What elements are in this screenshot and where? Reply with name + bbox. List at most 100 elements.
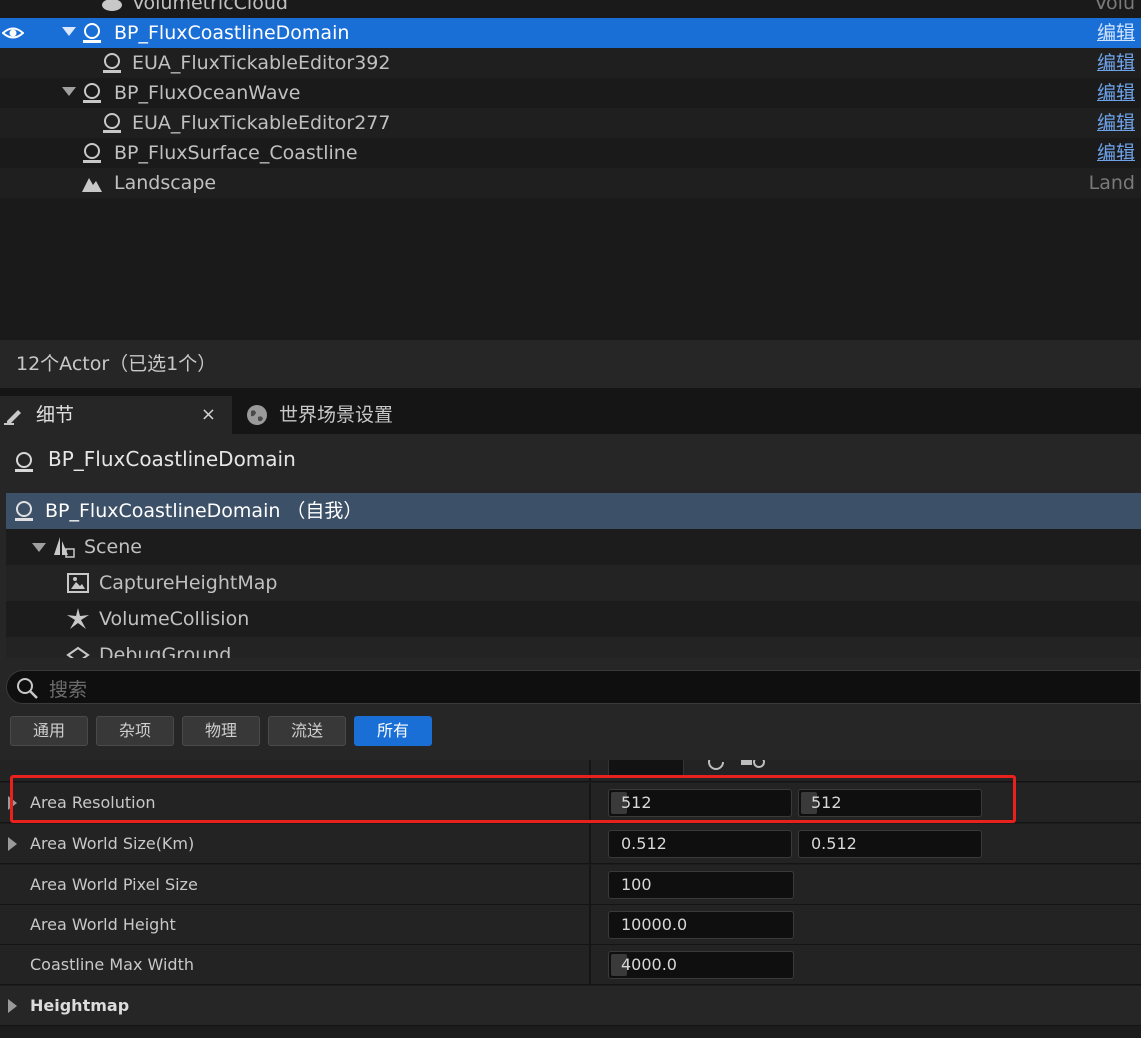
component-row-label: Scene: [84, 536, 142, 558]
outliner-row-type-link[interactable]: 编辑: [1097, 108, 1135, 138]
pencil-icon: [4, 410, 21, 425]
actor-icon: [15, 501, 33, 521]
tab-details-label: 细节: [36, 404, 75, 426]
component-row-scene[interactable]: Scene: [6, 529, 1141, 565]
area-world-size-x-input[interactable]: 0.512: [608, 830, 792, 858]
field-value: 0.512: [621, 834, 667, 853]
field-value: 0.512: [811, 834, 857, 853]
thumbnail-preview: [608, 760, 684, 776]
category-label: Heightmap: [30, 996, 130, 1015]
outliner-row-label: BP_FluxCoastlineDomain: [114, 22, 350, 44]
actor-icon: [15, 452, 33, 472]
component-tree: BP_FluxCoastlineDomain （自我） Scene Captur…: [0, 490, 1141, 658]
column-divider: [589, 865, 591, 905]
component-row-capture-height-map[interactable]: CaptureHeightMap: [6, 565, 1141, 601]
outliner-row-type-link[interactable]: 编辑: [1097, 78, 1135, 108]
tab-world-settings[interactable]: 世界场景设置: [240, 396, 440, 434]
property-row-area-world-pixel-size: Area World Pixel Size 100: [0, 865, 1141, 905]
expand-chevron-icon[interactable]: [32, 543, 46, 552]
column-divider: [589, 824, 591, 864]
expand-chevron-icon[interactable]: [62, 27, 76, 36]
outliner-row-type-link[interactable]: 编辑: [1097, 138, 1135, 168]
close-tab-icon[interactable]: ×: [201, 396, 216, 434]
blueprint-actor-icon: [83, 143, 101, 163]
component-row-label: VolumeCollision: [99, 608, 250, 630]
expand-arrow-icon[interactable]: [8, 837, 17, 851]
filter-general-button[interactable]: 通用: [10, 716, 88, 746]
filter-misc-button[interactable]: 杂项: [96, 716, 174, 746]
component-row-volume-collision[interactable]: VolumeCollision: [6, 601, 1141, 637]
outliner-row-label: BP_FluxOceanWave: [114, 82, 301, 104]
field-value: 10000.0: [621, 915, 688, 934]
mesh-component-icon: [66, 646, 90, 658]
outliner-row-type-link[interactable]: 编辑: [1097, 48, 1135, 78]
outliner-row-type: Volu: [1094, 0, 1135, 14]
outliner-row-type-link[interactable]: 编辑: [1097, 18, 1135, 48]
component-row-self[interactable]: BP_FluxCoastlineDomain （自我）: [6, 493, 1141, 529]
browse-asset-icon[interactable]: [740, 760, 766, 774]
component-row-label: DebugGround: [99, 644, 232, 658]
tab-world-settings-label: 世界场景设置: [279, 404, 394, 426]
component-row-label: CaptureHeightMap: [99, 572, 278, 594]
world-outliner: VolumetricCloud Volu BP_FluxCoastlineDom…: [0, 0, 1141, 340]
outliner-row-type: Land: [1088, 172, 1135, 194]
property-label: Area World Pixel Size: [30, 875, 198, 894]
column-divider: [589, 905, 591, 945]
expand-arrow-icon[interactable]: [8, 999, 17, 1013]
outliner-row-landscape[interactable]: Landscape Land: [0, 168, 1141, 198]
highlight-annotation-box: [10, 775, 1016, 823]
outliner-row-bp-flux-surface-coastline[interactable]: BP_FluxSurface_Coastline 编辑: [0, 138, 1141, 168]
outliner-row-label: EUA_FluxTickableEditor277: [132, 112, 391, 134]
filter-all-button[interactable]: 所有: [354, 716, 432, 746]
property-label: Area World Height: [30, 915, 176, 934]
outliner-row-label: EUA_FluxTickableEditor392: [132, 52, 391, 74]
search-placeholder: 搜索: [49, 679, 88, 701]
tab-details[interactable]: 细节 ×: [0, 396, 232, 434]
property-label: Area World Size(Km): [30, 834, 195, 853]
search-icon: [17, 678, 38, 699]
actor-icon: [103, 113, 121, 133]
search-input[interactable]: 搜索: [6, 670, 1141, 704]
property-row-area-world-height: Area World Height 10000.0: [0, 905, 1141, 945]
globe-icon: [247, 405, 267, 425]
actor-icon: [103, 53, 121, 73]
outliner-row-label: VolumetricCloud: [132, 0, 288, 14]
property-label: Coastline Max Width: [30, 955, 194, 974]
outliner-row-eua-tickable-392[interactable]: EUA_FluxTickableEditor392 编辑: [0, 48, 1141, 78]
component-row-label: BP_FluxCoastlineDomain （自我）: [45, 500, 363, 522]
outliner-row-bp-flux-ocean-wave[interactable]: BP_FluxOceanWave 编辑: [0, 78, 1141, 108]
visibility-eye-icon[interactable]: [2, 23, 24, 43]
outliner-row-bp-flux-coastline-domain[interactable]: BP_FluxCoastlineDomain 编辑: [0, 18, 1141, 48]
outliner-row-label: BP_FluxSurface_Coastline: [114, 142, 358, 164]
cloud-actor-icon: [102, 0, 122, 11]
expand-chevron-icon[interactable]: [62, 87, 76, 96]
details-header: BP_FluxCoastlineDomain: [0, 434, 1141, 490]
coastline-max-width-input[interactable]: 4000.0: [608, 951, 794, 979]
scene-component-icon: [54, 537, 75, 558]
blueprint-actor-icon: [83, 23, 101, 43]
outliner-row-eua-tickable-277[interactable]: EUA_FluxTickableEditor277 编辑: [0, 108, 1141, 138]
scene-capture-icon: [67, 573, 89, 593]
area-world-height-input[interactable]: 10000.0: [608, 911, 794, 939]
collision-volume-icon: [67, 608, 89, 629]
outliner-status-bar: 12个Actor（已选1个）: [0, 340, 1141, 388]
category-row-heightmap[interactable]: Heightmap: [0, 986, 1141, 1026]
property-row-area-world-size: Area World Size(Km) 0.512 0.512: [0, 824, 1141, 864]
area-world-size-y-input[interactable]: 0.512: [798, 830, 982, 858]
filter-streaming-button[interactable]: 流送: [268, 716, 346, 746]
reset-to-default-icon[interactable]: [704, 760, 728, 774]
filter-physics-button[interactable]: 物理: [182, 716, 260, 746]
blueprint-actor-icon: [83, 83, 101, 103]
property-row-coastline-max-width: Coastline Max Width 4000.0: [0, 945, 1141, 985]
outliner-row-label: Landscape: [114, 172, 217, 194]
selected-actor-name: BP_FluxCoastlineDomain: [48, 447, 296, 471]
field-value: 4000.0: [621, 955, 677, 974]
area-world-pixel-size-input[interactable]: 100: [608, 871, 794, 899]
column-divider: [589, 945, 591, 985]
details-tab-bar: 细节 × 世界场景设置: [0, 388, 1141, 434]
details-search-area: 搜索 通用 杂项 物理 流送 所有: [0, 658, 1141, 760]
component-row-debug-ground[interactable]: DebugGround: [6, 637, 1141, 658]
outliner-row-volumetric-cloud[interactable]: VolumetricCloud Volu: [0, 0, 1141, 18]
landscape-icon: [82, 178, 102, 192]
field-value: 100: [621, 875, 652, 894]
